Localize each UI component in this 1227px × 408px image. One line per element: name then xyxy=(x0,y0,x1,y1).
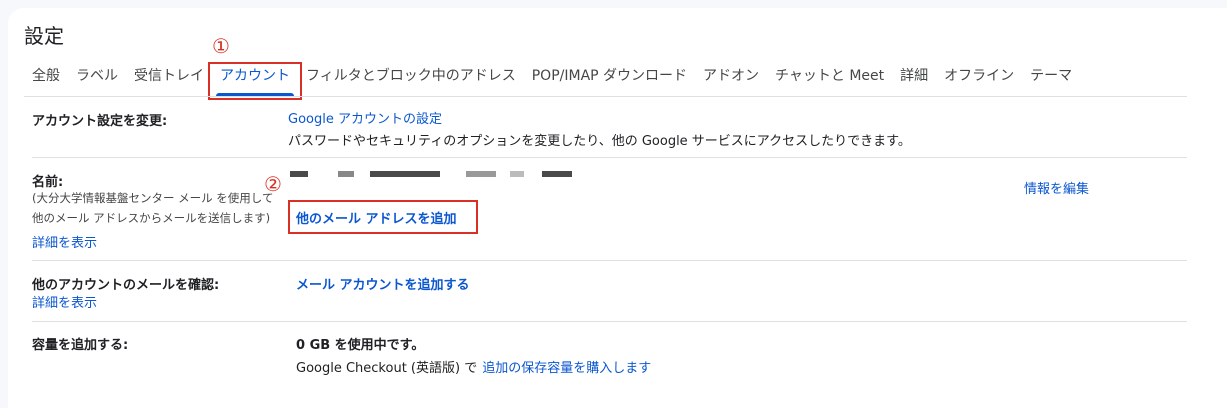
edit-info-link[interactable]: 情報を編集 xyxy=(1024,178,1089,197)
tab-general[interactable]: 全般 xyxy=(24,66,68,96)
annotation-marker-1: ① xyxy=(212,34,230,58)
settings-tabs: 全般 ラベル 受信トレイ アカウント フィルタとブロック中のアドレス POP/I… xyxy=(24,62,1080,100)
check-mail-details-link[interactable]: 詳細を表示 xyxy=(32,292,97,311)
google-account-settings-link[interactable]: Google アカウントの設定 xyxy=(288,108,911,127)
checkout-text: Google Checkout (英語版) で xyxy=(296,361,478,376)
settings-card: 設定 全般 ラベル 受信トレイ アカウント フィルタとブロック中のアドレス PO… xyxy=(8,8,1227,408)
check-mail-label: 他のアカウントのメールを確認: xyxy=(32,278,220,293)
tab-filters[interactable]: フィルタとブロック中のアドレス xyxy=(298,66,524,96)
tab-chat-meet[interactable]: チャットと Meet xyxy=(767,66,892,96)
annotation-marker-2: ② xyxy=(264,172,282,196)
add-mail-account-link[interactable]: メール アカウントを追加する xyxy=(296,274,470,293)
buy-storage-link[interactable]: 追加の保存容量を購入します xyxy=(482,361,651,376)
row-divider xyxy=(32,260,1187,261)
storage-row: 容量を追加する: 0 GB を使用中です。 Google Checkout (英… xyxy=(32,334,1187,384)
storage-label: 容量を追加する: xyxy=(32,338,129,353)
row-divider xyxy=(32,321,1187,322)
account-settings-label: アカウント設定を変更: xyxy=(32,114,168,129)
row-divider xyxy=(32,157,1187,158)
tab-themes[interactable]: テーマ xyxy=(1022,66,1080,96)
account-settings-row: アカウント設定を変更: Google アカウントの設定 パスワードやセキュリティ… xyxy=(32,108,1187,158)
name-sub-line1: (大分大学情報基盤センター メール を使用して xyxy=(32,191,274,205)
name-sub-line2: 他のメール アドレスからメールを送信します) xyxy=(32,211,271,225)
account-settings-description: パスワードやセキュリティのオプションを変更したり、他の Google サービスに… xyxy=(288,134,911,149)
tabs-divider xyxy=(24,96,1187,97)
tab-labels[interactable]: ラベル xyxy=(68,66,126,96)
check-mail-row: 他のアカウントのメールを確認: 詳細を表示 メール アカウントを追加する xyxy=(32,272,1187,322)
redacted-name xyxy=(290,168,572,180)
tab-inbox[interactable]: 受信トレイ xyxy=(126,66,212,96)
tab-offline[interactable]: オフライン xyxy=(936,66,1022,96)
page-title: 設定 xyxy=(24,24,64,48)
name-row: 名前: (大分大学情報基盤センター メール を使用して 他のメール アドレスから… xyxy=(32,168,1187,258)
tab-advanced[interactable]: 詳細 xyxy=(892,66,936,96)
name-details-link[interactable]: 詳細を表示 xyxy=(32,232,97,251)
tab-accounts[interactable]: アカウント xyxy=(208,62,302,100)
storage-usage: 0 GB を使用中です。 xyxy=(296,338,425,353)
highlight-box xyxy=(288,200,478,234)
tab-pop-imap[interactable]: POP/IMAP ダウンロード xyxy=(524,66,695,96)
tab-addons[interactable]: アドオン xyxy=(695,66,767,96)
